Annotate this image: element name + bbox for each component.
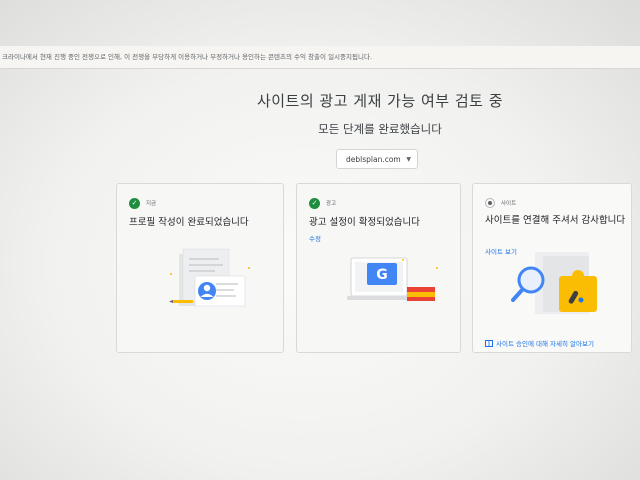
card-profile-step: ✓ 지금 [129,197,156,209]
card-site: 사이트 사이트를 연결해 주셔서 감사합니다 사이트 보기 사이트 승인에 대해… [472,183,632,353]
card-profile-step-label: 지금 [146,201,157,207]
page-title: 사이트의 광고 게재 가능 여부 검토 중 [256,92,504,110]
profile-illustration [169,248,250,307]
site-selector[interactable]: deblsplan.com ▼ [336,149,418,169]
card-ads: ✓ 광고 광고 설정이 확정되었습니다 수정 G [296,183,461,353]
edit-link[interactable]: 수정 [309,233,321,243]
card-ads-step: ✓ 광고 [309,197,336,209]
check-circle-icon: ✓ [129,197,140,209]
card-profile: ✓ 지금 프로필 작성이 완료되었습니다 [116,183,284,353]
card-profile-title: 프로필 작성이 완료되었습니다 [129,217,249,228]
notice-banner: 크라이나에서 현재 진행 중인 전쟁으로 인해, 이 전쟁을 부당하게 이용하거… [0,46,640,69]
notice-banner-text: 크라이나에서 현재 진행 중인 전쟁으로 인해, 이 전쟁을 부당하게 이용하거… [2,53,373,61]
card-site-step: 사이트 [485,197,516,209]
svg-text:G: G [376,267,388,283]
card-site-step-label: 사이트 [501,201,517,207]
learn-more-text: 사이트 승인에 대해 자세히 알아보기 [496,340,594,348]
card-ads-title: 광고 설정이 확정되었습니다 [309,217,420,228]
book-icon [485,339,493,347]
card-site-title: 사이트를 연결해 주셔서 감사합니다 [485,215,626,226]
site-selector-value: deblsplan.com [346,155,401,164]
learn-more-link[interactable]: 사이트 승인에 대해 자세히 알아보기 [485,338,594,348]
site-illustration [511,252,597,314]
screen: 크라이나에서 현재 진행 중인 전쟁으로 인해, 이 전쟁을 부당하게 이용하거… [0,0,640,480]
chevron-down-icon: ▼ [406,156,411,163]
card-ads-step-label: 광고 [326,201,337,207]
progress-dot-icon [485,198,495,208]
ads-illustration: G [347,257,438,301]
page-subtitle: 모든 단계를 완료했습니다 [318,122,442,136]
check-circle-icon: ✓ [309,197,320,209]
